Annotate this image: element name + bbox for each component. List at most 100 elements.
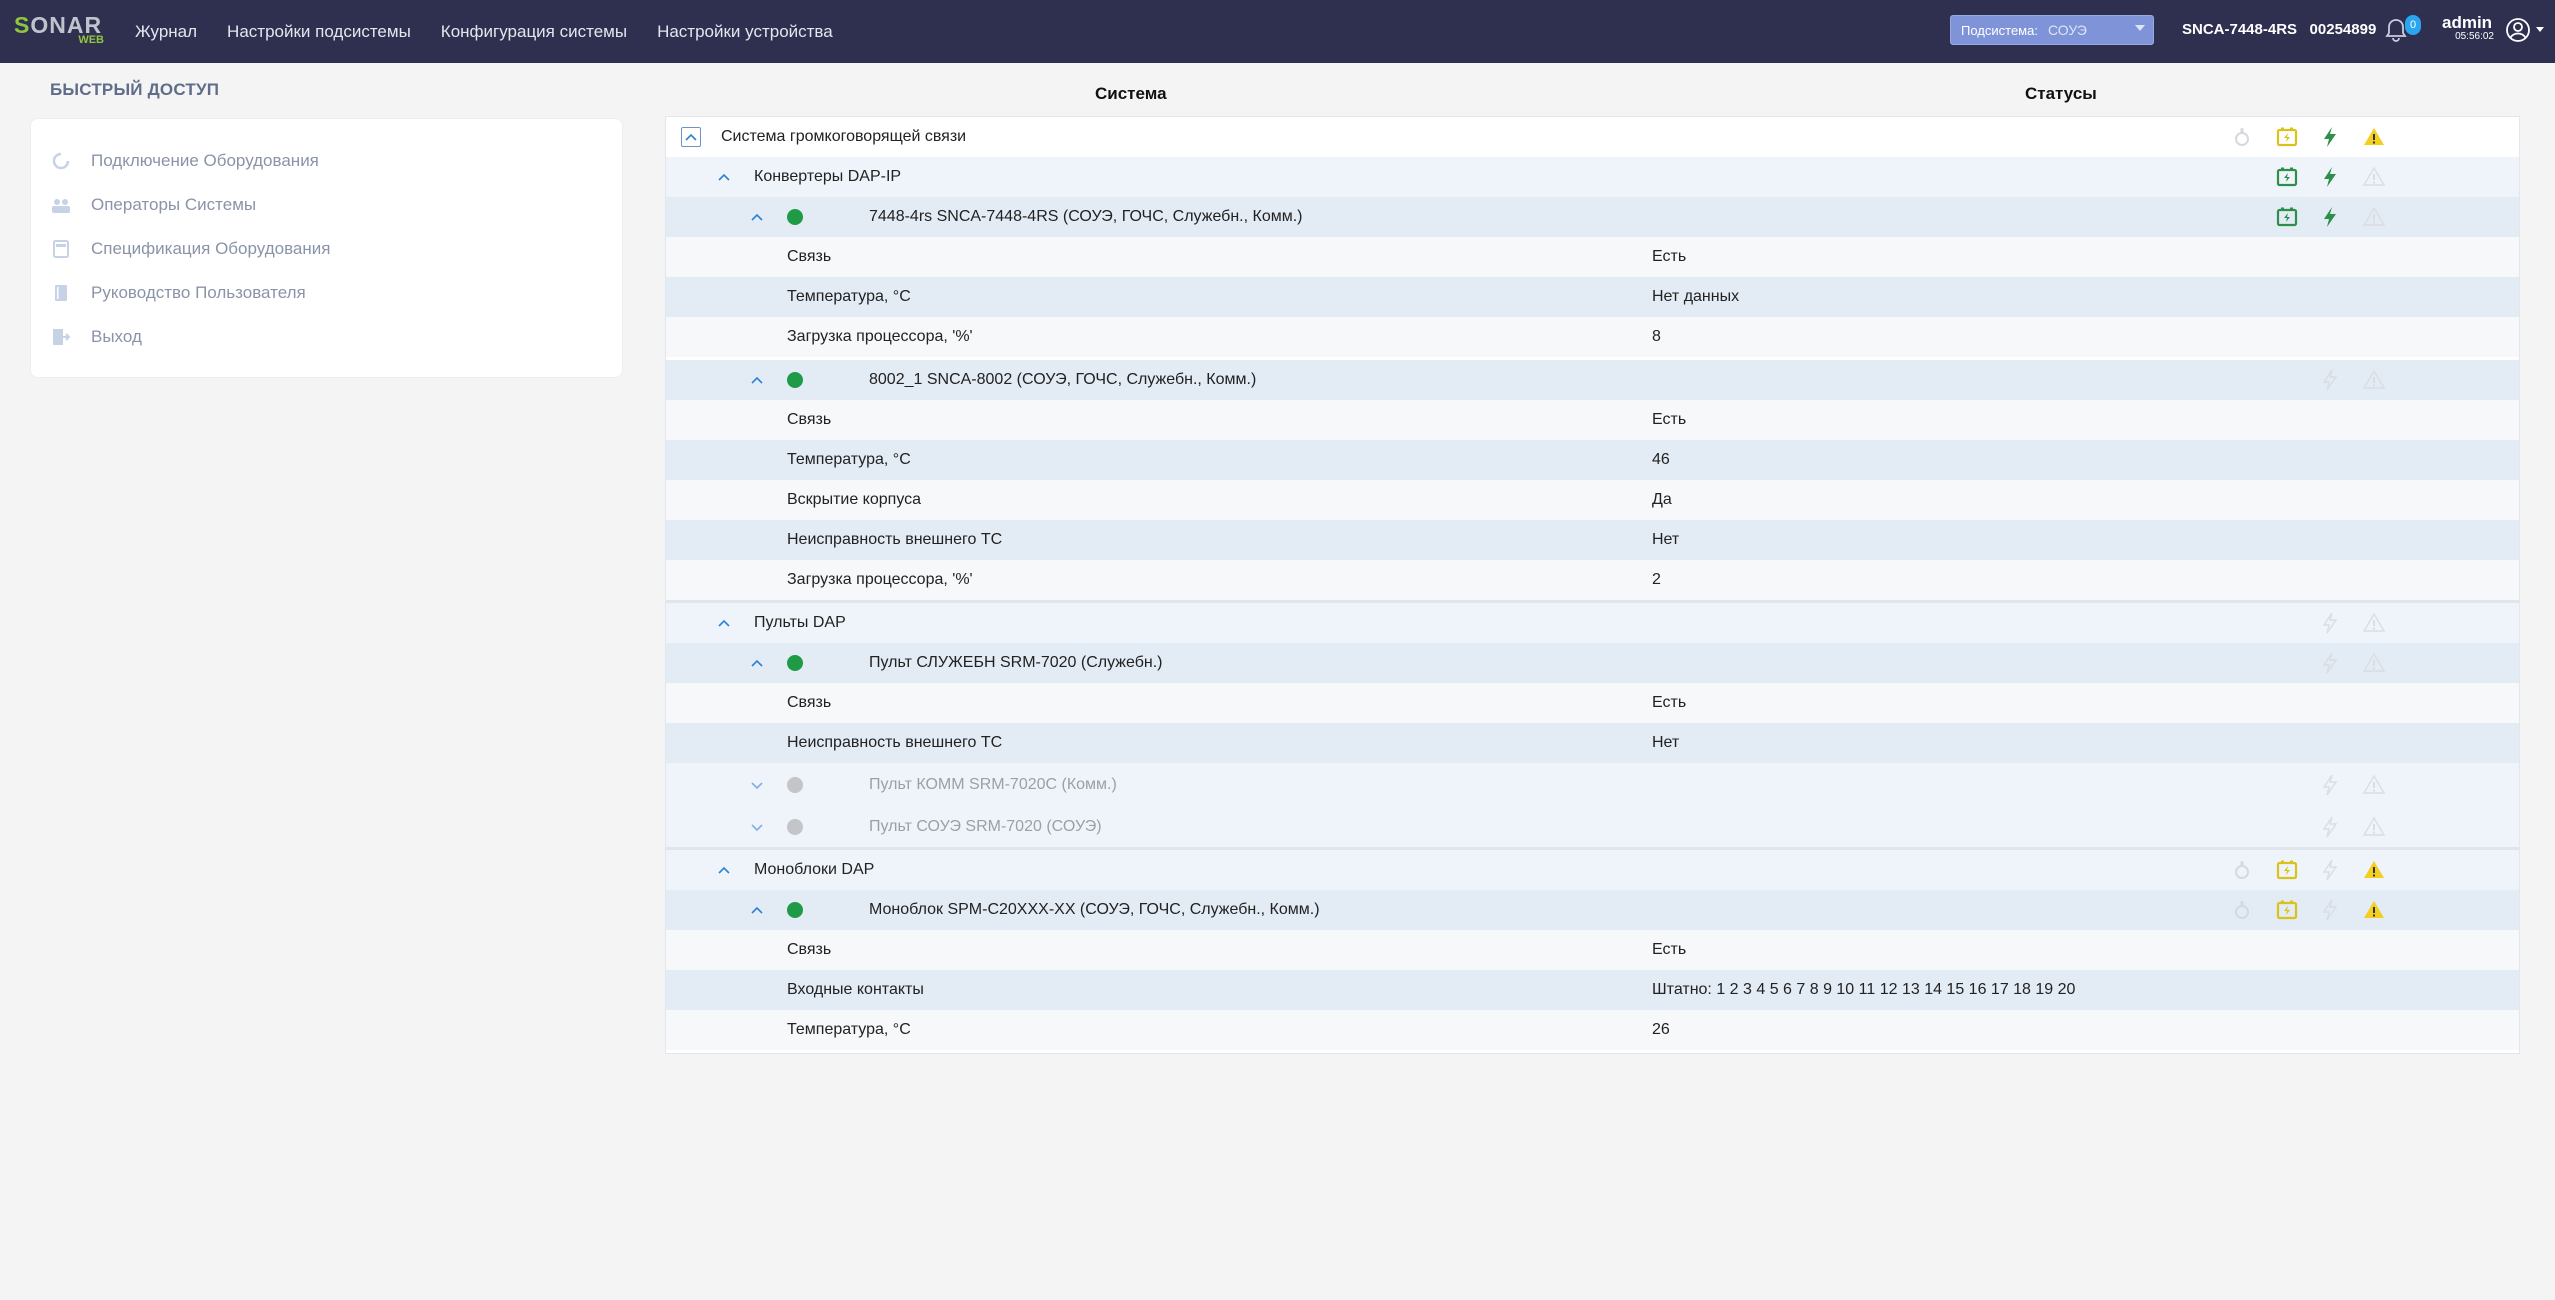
quick-link-user-manual[interactable]: Руководство Пользователя bbox=[51, 280, 306, 306]
tree-node-label: Система громкоговорящей связи bbox=[721, 128, 967, 145]
battery-icon bbox=[2275, 858, 2299, 882]
logo-subtext: WEB bbox=[78, 34, 104, 46]
param-value: 8 bbox=[1652, 328, 1661, 345]
param-value: 2 bbox=[1652, 571, 1661, 588]
power-icon bbox=[2318, 858, 2342, 882]
warning-icon bbox=[2362, 205, 2386, 229]
status-dot-icon bbox=[787, 819, 803, 835]
tree-device-row[interactable]: 8002_1 SNCA-8002 (СОУЭ, ГОЧС, Служебн., … bbox=[666, 360, 2519, 400]
battery-icon bbox=[2275, 125, 2299, 149]
users-icon bbox=[51, 195, 71, 215]
param-label: Связь bbox=[787, 694, 832, 711]
param-label: Загрузка процессора, '%' bbox=[787, 571, 973, 588]
chevron-up-icon[interactable] bbox=[715, 614, 733, 632]
battery-icon bbox=[2275, 165, 2299, 189]
quick-link-system-operators[interactable]: Операторы Системы bbox=[51, 192, 256, 218]
battery-icon bbox=[2275, 898, 2299, 922]
param-row: Неисправность внешнего ТС Нет bbox=[666, 723, 2519, 763]
chevron-down-icon bbox=[2135, 25, 2145, 31]
warning-icon bbox=[2362, 898, 2386, 922]
chevron-up-icon[interactable] bbox=[715, 168, 733, 186]
param-label: Вскрытие корпуса bbox=[787, 491, 922, 508]
chevron-down-icon[interactable] bbox=[748, 776, 766, 794]
book-icon bbox=[51, 283, 71, 303]
tree-group-row[interactable]: Пульты DAP bbox=[666, 600, 2519, 643]
subsystem-value: СОУЭ bbox=[2047, 22, 2087, 38]
nav-system-config[interactable]: Конфигурация системы bbox=[441, 22, 627, 42]
tree-device-row[interactable]: Пульт СОУЭ SRM-7020 (СОУЭ) bbox=[666, 807, 2519, 847]
tree-node-label: Пульты DAP bbox=[754, 614, 846, 631]
tree-node-label: 7448-4rs SNCA-7448-4RS (СОУЭ, ГОЧС, Служ… bbox=[869, 208, 1303, 225]
param-value: Штатно: 1 2 3 4 5 6 7 8 9 10 11 12 13 14… bbox=[1652, 981, 2076, 998]
power-icon bbox=[2318, 651, 2342, 675]
quick-link-connect-equipment[interactable]: Подключение Оборудования bbox=[51, 148, 319, 174]
status-dot-icon bbox=[787, 209, 803, 225]
spinner-icon bbox=[51, 151, 71, 171]
param-row: Температура, °С 46 bbox=[666, 440, 2519, 480]
quick-link-logout[interactable]: Выход bbox=[51, 324, 142, 350]
param-label: Температура, °С bbox=[787, 451, 911, 468]
tree-node-label: Пульт СЛУЖЕБН SRM-7020 (Служебн.) bbox=[869, 654, 1163, 671]
param-value: Нет данных bbox=[1652, 288, 1740, 305]
chevron-up-icon[interactable] bbox=[748, 654, 766, 672]
param-row: Вскрытие корпуса Да bbox=[666, 480, 2519, 520]
warning-icon bbox=[2362, 611, 2386, 635]
user-menu[interactable]: admin 05:56:02 bbox=[2442, 14, 2502, 42]
power-icon bbox=[2318, 125, 2342, 149]
quick-link-label: Руководство Пользователя bbox=[91, 283, 306, 302]
param-row: Связь Есть bbox=[666, 237, 2519, 277]
nav-journal[interactable]: Журнал bbox=[135, 22, 197, 42]
param-row: Температура, °С 26 bbox=[666, 1010, 2519, 1050]
quick-link-equipment-spec[interactable]: Спецификация Оборудования bbox=[51, 236, 330, 262]
quick-link-label: Операторы Системы bbox=[91, 195, 257, 214]
subsystem-select[interactable]: Подсистема: СОУЭ bbox=[1950, 15, 2154, 45]
param-value: 46 bbox=[1652, 451, 1670, 468]
tree-root-row[interactable]: Система громкоговорящей связи bbox=[666, 117, 2519, 157]
tree-node-label: Моноблок SPM-C20XXX-XX (СОУЭ, ГОЧС, Служ… bbox=[869, 901, 1320, 918]
power-icon bbox=[2318, 898, 2342, 922]
power-icon bbox=[2318, 165, 2342, 189]
tree-device-row[interactable]: 7448-4rs SNCA-7448-4RS (СОУЭ, ГОЧС, Служ… bbox=[666, 197, 2519, 237]
tree-group-row[interactable]: Моноблоки DAP bbox=[666, 847, 2519, 890]
chevron-up-icon[interactable] bbox=[748, 371, 766, 389]
notification-count-badge: 0 bbox=[2405, 15, 2421, 35]
tree-group-row[interactable]: Конвертеры DAP-IP bbox=[666, 157, 2519, 197]
nav-subsystem-settings[interactable]: Настройки подсистемы bbox=[227, 22, 411, 42]
param-value: 26 bbox=[1652, 1021, 1670, 1038]
warning-icon bbox=[2362, 651, 2386, 675]
param-value: Есть bbox=[1652, 248, 1687, 265]
quick-link-label: Спецификация Оборудования bbox=[91, 239, 331, 258]
collapse-button[interactable] bbox=[681, 127, 701, 147]
chevron-down-icon[interactable] bbox=[748, 818, 766, 836]
tree-node-label: 8002_1 SNCA-8002 (СОУЭ, ГОЧС, Служебн., … bbox=[869, 371, 1257, 388]
param-label: Неисправность внешнего ТС bbox=[787, 531, 1003, 548]
manual-mode-icon bbox=[2230, 858, 2254, 882]
param-row: Загрузка процессора, '%' 2 bbox=[666, 560, 2519, 600]
tree-node-label: Конвертеры DAP-IP bbox=[754, 168, 902, 185]
param-row: Связь Есть bbox=[666, 400, 2519, 440]
tree-device-row[interactable]: Пульт СЛУЖЕБН SRM-7020 (Служебн.) bbox=[666, 643, 2519, 683]
quick-access-panel: Подключение Оборудования Операторы Систе… bbox=[30, 118, 623, 378]
power-icon bbox=[2318, 368, 2342, 392]
sonar-web-logo[interactable]: SONAR WEB bbox=[14, 12, 106, 48]
param-row: Загрузка процессора, '%' 8 bbox=[666, 317, 2519, 357]
param-value: Нет bbox=[1652, 734, 1680, 751]
status-dot-icon bbox=[787, 655, 803, 671]
main-nav: Журнал Настройки подсистемы Конфигурация… bbox=[120, 0, 848, 63]
nav-device-settings[interactable]: Настройки устройства bbox=[657, 22, 833, 42]
tree-device-row[interactable]: Моноблок SPM-C20XXX-XX (СОУЭ, ГОЧС, Служ… bbox=[666, 890, 2519, 930]
warning-icon bbox=[2362, 858, 2386, 882]
tree-node-label: Моноблоки DAP bbox=[754, 861, 875, 878]
chevron-up-icon[interactable] bbox=[748, 208, 766, 226]
chevron-up-icon bbox=[682, 128, 700, 146]
chevron-up-icon[interactable] bbox=[748, 901, 766, 919]
param-label: Входные контакты bbox=[787, 981, 924, 998]
tree-device-row[interactable]: Пульт КОММ SRM-7020C (Комм.) bbox=[666, 763, 2519, 807]
user-avatar-icon[interactable] bbox=[2504, 16, 2532, 44]
system-tree: Система громкоговорящей связи Конвертеры… bbox=[665, 116, 2520, 1054]
chevron-up-icon[interactable] bbox=[715, 861, 733, 879]
chevron-down-icon[interactable] bbox=[2536, 27, 2544, 32]
param-row: Связь Есть bbox=[666, 683, 2519, 723]
manual-mode-icon bbox=[2230, 125, 2254, 149]
param-row: Входные контакты Штатно: 1 2 3 4 5 6 7 8… bbox=[666, 970, 2519, 1010]
